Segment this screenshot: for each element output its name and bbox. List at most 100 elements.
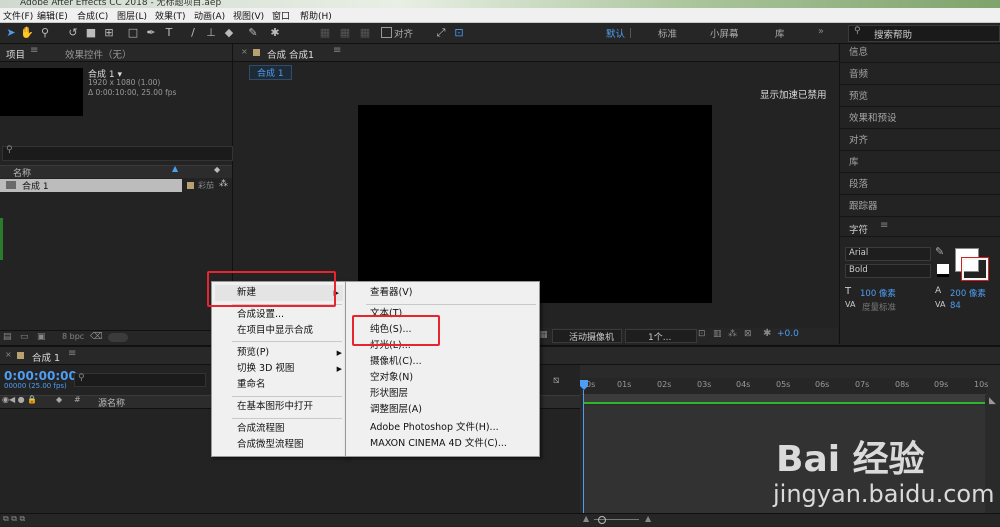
sub-item-photoshop-file[interactable]: Adobe Photoshop 文件(H)... bbox=[346, 420, 539, 436]
composition-viewer[interactable] bbox=[358, 105, 712, 303]
delete-icon[interactable]: ⌫ bbox=[90, 332, 103, 342]
snap-option-icon[interactable]: ⤢ bbox=[434, 25, 448, 40]
zoom-out-icon[interactable]: ▲ bbox=[583, 514, 589, 523]
color-depth[interactable]: 8 bpc bbox=[62, 332, 84, 341]
close-panel-icon[interactable]: × bbox=[241, 47, 248, 56]
footer-slider[interactable] bbox=[108, 333, 128, 342]
stroke-color-swatch[interactable] bbox=[961, 257, 989, 281]
column-source-name[interactable]: 源名称 bbox=[98, 396, 125, 409]
axis-local-icon[interactable]: ▦ bbox=[318, 25, 332, 40]
panel-paragraph[interactable]: 段落 bbox=[840, 174, 1000, 195]
new-folder-icon[interactable]: ▭ bbox=[20, 332, 29, 342]
menu-window[interactable]: 窗口 bbox=[272, 9, 290, 22]
sub-item-camera[interactable]: 摄像机(C)... bbox=[346, 354, 539, 370]
tab-timeline-comp[interactable]: 合成 1 bbox=[32, 350, 60, 364]
tab-composition[interactable]: 合成 合成1 bbox=[267, 47, 314, 61]
menu-edit[interactable]: 编辑(E) bbox=[37, 9, 68, 22]
puppet-tool-icon[interactable]: ✱ bbox=[268, 25, 282, 40]
roto-brush-icon[interactable]: ✎ bbox=[246, 25, 260, 40]
menu-composition[interactable]: 合成(C) bbox=[77, 9, 108, 22]
axis-world-icon[interactable]: ▦ bbox=[338, 25, 352, 40]
panel-info[interactable]: 信息 bbox=[840, 42, 1000, 63]
fast-previews-icon[interactable]: ⊡ bbox=[698, 329, 706, 339]
timeline-search-input[interactable]: ⚲ bbox=[74, 373, 206, 387]
sub-item-viewer[interactable]: 查看器(V) bbox=[346, 285, 539, 301]
ctx-item-preview[interactable]: 预览(P) ▶ bbox=[212, 345, 346, 361]
views-select[interactable]: 1个... bbox=[625, 329, 697, 343]
graph-editor-icon[interactable]: ⧅ bbox=[553, 375, 559, 386]
selection-tool-icon[interactable]: ➤ bbox=[4, 25, 18, 40]
expand-panes-icon[interactable]: ⧉ ⧉ ⧉ bbox=[3, 514, 25, 524]
project-search-input[interactable]: ⚲ bbox=[2, 145, 233, 161]
project-item-comp1[interactable]: 合成 1 bbox=[0, 179, 182, 192]
tab-project[interactable]: 项目 bbox=[6, 47, 25, 61]
panel-audio[interactable]: 音频 bbox=[840, 64, 1000, 85]
tab-effect-controls[interactable]: 效果控件（无） bbox=[65, 47, 132, 61]
ctx-item-reveal-in-project[interactable]: 在项目中显示合成 bbox=[212, 323, 346, 339]
menu-view[interactable]: 视图(V) bbox=[233, 9, 264, 22]
font-style-select[interactable]: Bold bbox=[845, 264, 931, 278]
interpret-footage-icon[interactable]: ▤ bbox=[3, 332, 12, 342]
current-timecode[interactable]: 0:00:00:00 bbox=[4, 369, 77, 383]
menu-help[interactable]: 帮助(H) bbox=[300, 9, 332, 22]
label-color-swatch[interactable] bbox=[187, 182, 194, 189]
default-colors-icon[interactable] bbox=[937, 264, 949, 277]
tracking-value[interactable]: 84 bbox=[950, 301, 961, 311]
eraser-tool-icon[interactable]: ◆ bbox=[222, 25, 236, 40]
ctx-item-comp-mini-flowchart[interactable]: 合成微型流程图 bbox=[212, 437, 346, 453]
brush-tool-icon[interactable]: / bbox=[186, 25, 200, 40]
comp-panel-menu-icon[interactable]: ≡ bbox=[333, 45, 341, 56]
panel-menu-icon[interactable]: ≡ bbox=[30, 45, 38, 56]
menu-layer[interactable]: 图层(L) bbox=[117, 9, 147, 22]
type-tool-icon[interactable]: T bbox=[162, 25, 176, 40]
rectangle-tool-icon[interactable]: □ bbox=[126, 25, 140, 40]
snap-grid-icon[interactable]: ⊡ bbox=[452, 25, 466, 40]
sub-item-shape-layer[interactable]: 形状图层 bbox=[346, 386, 539, 402]
pan-behind-tool-icon[interactable]: ⊞ bbox=[102, 25, 116, 40]
font-size-value[interactable]: 100 像素 bbox=[860, 287, 896, 299]
exposure-value[interactable]: +0.0 bbox=[777, 329, 799, 339]
workspace-standard[interactable]: 标准 bbox=[658, 26, 677, 40]
hand-tool-icon[interactable]: ✋ bbox=[20, 25, 34, 40]
zoom-slider-handle[interactable] bbox=[598, 516, 606, 524]
ctx-item-open-essential-graphics[interactable]: 在基本图形中打开 bbox=[212, 399, 346, 415]
panel-effects-presets[interactable]: 效果和预设 bbox=[840, 108, 1000, 129]
comp-navigator-icon[interactable]: ◣ bbox=[989, 396, 996, 406]
axis-view-icon[interactable]: ▦ bbox=[358, 25, 372, 40]
ctx-item-rename[interactable]: 重命名 bbox=[212, 377, 346, 393]
kerning-value[interactable]: 度量标准 bbox=[862, 301, 896, 313]
work-area-bar[interactable] bbox=[583, 394, 985, 402]
timeline-icon[interactable]: ▥ bbox=[713, 329, 722, 339]
column-name[interactable]: 名称 bbox=[13, 166, 31, 179]
pen-tool-icon[interactable]: ✒ bbox=[144, 25, 158, 40]
exposure-icon[interactable]: ✱ bbox=[763, 328, 771, 339]
grid-toggle-icon[interactable]: ▦ bbox=[539, 330, 548, 340]
panel-align[interactable]: 对齐 bbox=[840, 130, 1000, 151]
comp-sub-tab[interactable]: 合成 1 bbox=[249, 65, 292, 80]
panel-tracker[interactable]: 跟踪器 bbox=[840, 196, 1000, 217]
leading-value[interactable]: 200 像素 bbox=[950, 287, 986, 299]
sub-item-null-object[interactable]: 空对象(N) bbox=[346, 370, 539, 386]
timeline-menu-icon[interactable]: ≡ bbox=[68, 348, 76, 359]
eyedropper-icon[interactable]: ✎ bbox=[935, 245, 944, 258]
ctx-item-comp-flowchart[interactable]: 合成流程图 bbox=[212, 421, 346, 437]
workspace-library[interactable]: 库 bbox=[775, 26, 785, 40]
clone-tool-icon[interactable]: ⊥ bbox=[204, 25, 218, 40]
zoom-tool-icon[interactable]: ⚲ bbox=[38, 25, 52, 40]
new-comp-icon[interactable]: ▣ bbox=[37, 332, 46, 342]
flowchart-view-icon[interactable]: ⁂ bbox=[728, 329, 737, 339]
menu-animation[interactable]: 动画(A) bbox=[194, 9, 225, 22]
reset-exposure-icon[interactable]: ⊠ bbox=[744, 329, 752, 339]
camera-tool-icon[interactable]: ■ bbox=[84, 25, 98, 40]
workspace-overflow-icon[interactable]: » bbox=[818, 26, 824, 37]
camera-select[interactable]: 活动摄像机 bbox=[552, 329, 622, 343]
panel-preview[interactable]: 预览 bbox=[840, 86, 1000, 107]
zoom-in-icon[interactable]: ▲ bbox=[645, 514, 651, 523]
menu-file[interactable]: 文件(F) bbox=[3, 9, 33, 22]
workspace-default[interactable]: 默认 bbox=[606, 26, 625, 40]
font-family-select[interactable]: Arial bbox=[845, 247, 931, 261]
ctx-item-comp-settings[interactable]: 合成设置... bbox=[212, 307, 346, 323]
ctx-item-switch-3d-view[interactable]: 切换 3D 视图 ▶ bbox=[212, 361, 346, 377]
sub-item-adjustment-layer[interactable]: 调整图层(A) bbox=[346, 402, 539, 418]
timeline-close-icon[interactable]: × bbox=[5, 350, 12, 359]
